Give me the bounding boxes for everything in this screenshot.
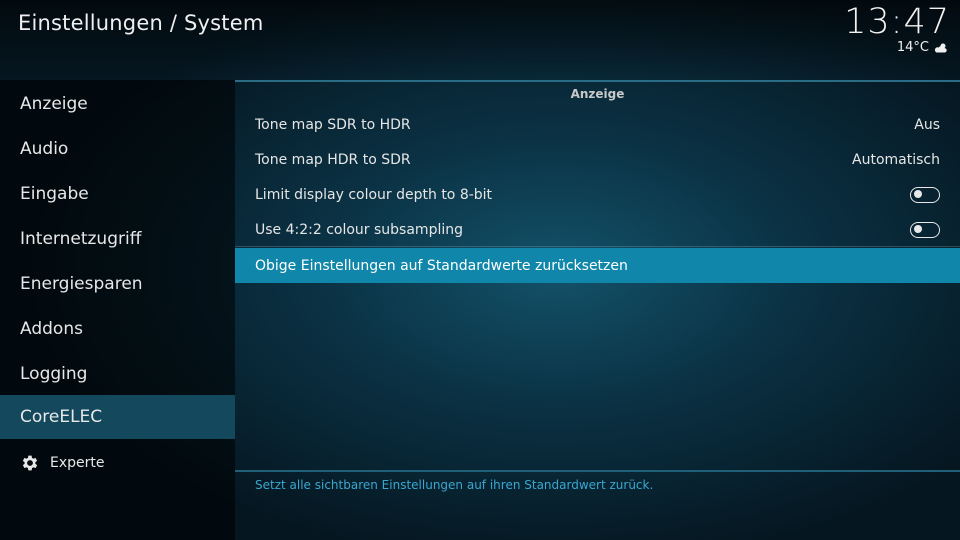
partly-cloudy-icon — [934, 43, 948, 53]
sidebar-item-anzeige[interactable]: Anzeige — [0, 82, 235, 126]
sidebar-item-energiesparen[interactable]: Energiesparen — [0, 262, 235, 306]
sidebar-item-label: Eingabe — [20, 184, 89, 204]
sidebar-item-audio[interactable]: Audio — [0, 127, 235, 171]
setting-422-subsampling[interactable]: Use 4:2:2 colour subsampling — [235, 212, 960, 247]
setting-label: Use 4:2:2 colour subsampling — [255, 221, 463, 238]
description-divider — [235, 470, 960, 472]
setting-label: Tone map HDR to SDR — [255, 151, 411, 168]
sidebar-item-eingabe[interactable]: Eingabe — [0, 172, 235, 216]
setting-limit-colour-depth[interactable]: Limit display colour depth to 8-bit — [235, 177, 960, 212]
toggle-switch[interactable] — [910, 221, 940, 238]
toggle-switch[interactable] — [910, 186, 940, 203]
setting-label: Limit display colour depth to 8-bit — [255, 186, 493, 203]
reset-defaults-label: Obige Einstellungen auf Standardwerte zu… — [255, 257, 628, 274]
page-title: Einstellungen / System — [18, 11, 264, 35]
sidebar-item-label: Internetzugriff — [20, 229, 142, 249]
setting-tone-map-sdr-to-hdr[interactable]: Tone map SDR to HDR Aus — [235, 107, 960, 142]
sidebar: Anzeige Audio Eingabe Internetzugriff En… — [0, 80, 235, 540]
clock: 13:47 — [844, 2, 950, 42]
toggle-knob — [914, 225, 922, 233]
settings-level-label: Experte — [50, 455, 105, 471]
setting-label: Tone map SDR to HDR — [255, 116, 411, 133]
toggle-knob — [914, 190, 922, 198]
weather-info: 14°C — [897, 40, 948, 55]
setting-value: Aus — [914, 116, 940, 133]
setting-tone-map-hdr-to-sdr[interactable]: Tone map HDR to SDR Automatisch — [235, 142, 960, 177]
temperature: 14°C — [896, 40, 929, 55]
sidebar-item-internetzugriff[interactable]: Internetzugriff — [0, 217, 235, 261]
sidebar-item-label: CoreELEC — [20, 407, 103, 427]
reset-defaults-button[interactable]: Obige Einstellungen auf Standardwerte zu… — [235, 248, 960, 283]
settings-level-button[interactable]: Experte — [0, 441, 235, 485]
settings-panel: Anzeige Tone map SDR to HDR Aus Tone map… — [235, 80, 960, 540]
setting-value: Automatisch — [852, 151, 940, 168]
sidebar-item-coreelec[interactable]: CoreELEC — [0, 395, 235, 439]
gear-icon — [20, 453, 40, 473]
sidebar-item-label: Energiesparen — [20, 274, 143, 294]
setting-description: Setzt alle sichtbaren Einstellungen auf … — [255, 478, 654, 492]
section-title: Anzeige — [570, 87, 625, 101]
sidebar-item-label: Audio — [20, 139, 69, 159]
sidebar-item-label: Anzeige — [20, 94, 88, 114]
panel-divider — [235, 80, 960, 82]
sidebar-item-label: Addons — [20, 319, 83, 339]
sidebar-item-label: Logging — [20, 364, 88, 384]
row-divider — [235, 246, 960, 247]
sidebar-item-addons[interactable]: Addons — [0, 307, 235, 351]
sidebar-item-logging[interactable]: Logging — [0, 352, 235, 396]
